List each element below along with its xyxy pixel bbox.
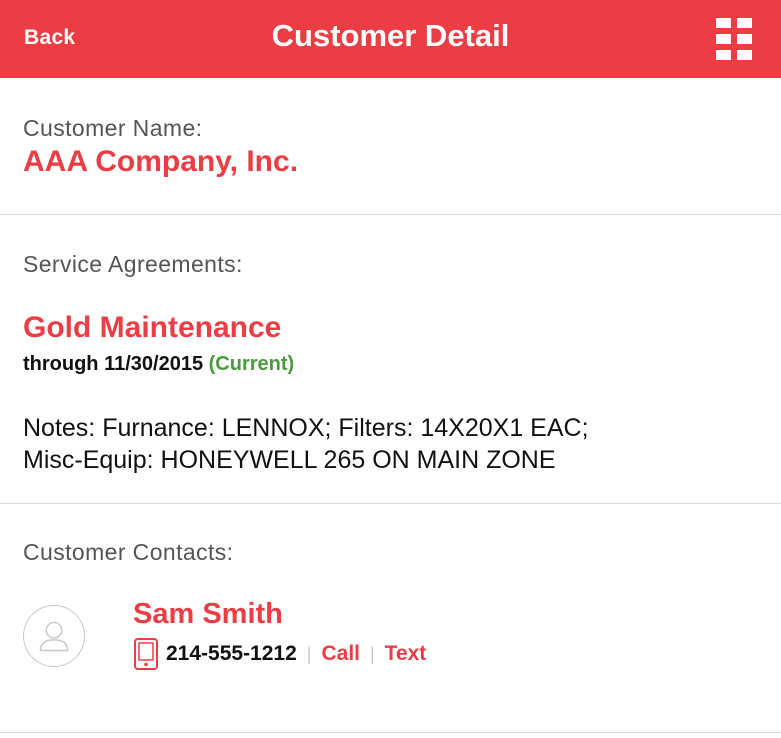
agreement-notes-line: Notes: Furnance: LENNOX; Filters: 14X20X… [23, 414, 589, 442]
app-header: Back Customer Detail [0, 0, 781, 78]
service-agreements-label: Service Agreements: [23, 251, 243, 277]
person-avatar-icon [23, 605, 85, 667]
divider: | [369, 643, 375, 664]
agreement-plan-name: Gold Maintenance [23, 311, 282, 344]
agreement-notes: Notes: Furnance: LENNOX; Filters: 14X20X… [23, 412, 753, 476]
customer-contacts-label: Customer Contacts: [23, 539, 234, 565]
customer-name-label: Customer Name: [23, 115, 203, 141]
call-button[interactable]: Call [321, 642, 360, 666]
agreement-notes-line: Misc-Equip: HONEYWELL 265 ON MAIN ZONE [23, 446, 556, 474]
mobile-phone-icon [134, 638, 158, 670]
contact-phone-number: 214-555-1212 [166, 642, 297, 665]
text-button[interactable]: Text [385, 642, 427, 666]
grid-menu-icon[interactable] [716, 18, 752, 60]
divider: | [306, 643, 312, 664]
agreement-term: through 11/30/2015 (Current) [23, 353, 294, 376]
agreement-through-date: through 11/30/2015 [23, 353, 204, 375]
contact-name[interactable]: Sam Smith [133, 598, 283, 631]
page-title: Customer Detail [271, 18, 510, 53]
contact-phone-row: 214-555-1212 | Call | Text [133, 638, 426, 670]
agreement-status-badge: (Current) [208, 353, 295, 375]
customer-name: AAA Company, Inc. [23, 145, 299, 178]
